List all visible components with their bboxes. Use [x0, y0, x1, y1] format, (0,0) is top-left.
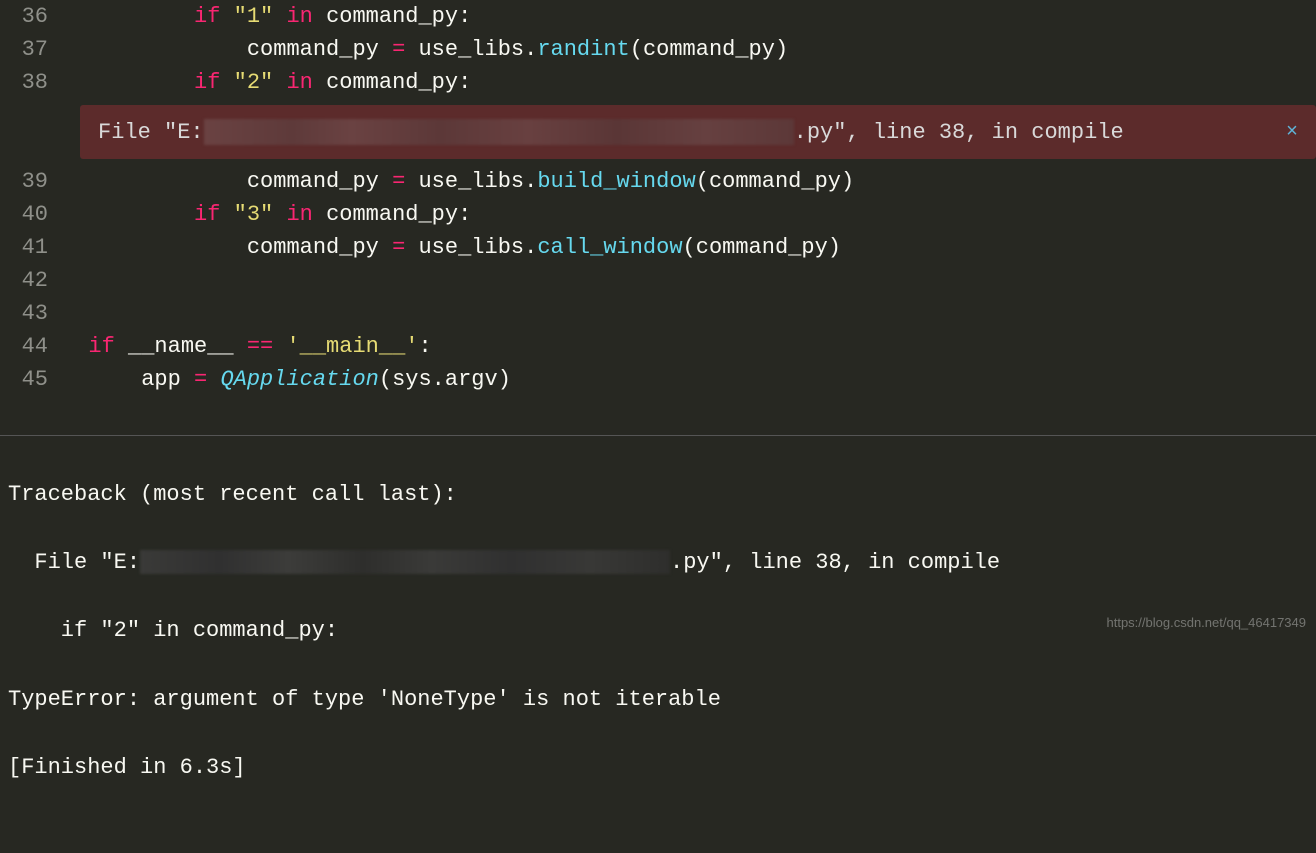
code-line[interactable]: 44 if __name__ == '__main__':: [0, 330, 1316, 363]
watermark: https://blog.csdn.net/qq_46417349: [1107, 613, 1307, 633]
code-line[interactable]: 42: [0, 264, 1316, 297]
line-number: 44: [0, 334, 62, 359]
line-number: 43: [0, 301, 62, 326]
console-line: [Finished in 6.3s]: [8, 751, 1308, 785]
line-number: 42: [0, 268, 62, 293]
code-content: app = QApplication(sys.argv): [62, 367, 511, 392]
line-number: 40: [0, 202, 62, 227]
code-line[interactable]: 36 if "1" in command_py:: [0, 0, 1316, 33]
line-number: 37: [0, 37, 62, 62]
line-number: 36: [0, 4, 62, 29]
code-line[interactable]: 45 app = QApplication(sys.argv): [0, 363, 1316, 396]
code-line[interactable]: 43: [0, 297, 1316, 330]
output-console[interactable]: Traceback (most recent call last): File …: [0, 435, 1316, 637]
code-line[interactable]: 39 command_py = use_libs.build_window(co…: [0, 165, 1316, 198]
inline-error-text: File "E:.py", line 38, in compile: [98, 119, 1124, 145]
line-number: 41: [0, 235, 62, 260]
code-content: if "3" in command_py:: [62, 202, 471, 227]
code-editor[interactable]: 36 if "1" in command_py: 37 command_py =…: [0, 0, 1316, 435]
code-content: if "1" in command_py:: [62, 4, 471, 29]
code-content: if "2" in command_py:: [62, 70, 471, 95]
line-number: 39: [0, 169, 62, 194]
code-content: command_py = use_libs.build_window(comma…: [62, 169, 854, 194]
inline-error-banner: File "E:.py", line 38, in compile ×: [80, 105, 1316, 159]
console-line: TypeError: argument of type 'NoneType' i…: [8, 683, 1308, 717]
redacted-path: [140, 550, 670, 574]
close-icon[interactable]: ×: [1286, 121, 1298, 144]
redacted-path: [204, 119, 794, 145]
console-line: File "E:.py", line 38, in compile: [8, 546, 1308, 580]
code-content: if __name__ == '__main__':: [62, 334, 432, 359]
line-number: 45: [0, 367, 62, 392]
code-content: command_py = use_libs.randint(command_py…: [62, 37, 788, 62]
code-line[interactable]: 37 command_py = use_libs.randint(command…: [0, 33, 1316, 66]
code-line[interactable]: 41 command_py = use_libs.call_window(com…: [0, 231, 1316, 264]
code-line[interactable]: 40 if "3" in command_py:: [0, 198, 1316, 231]
line-number: 38: [0, 70, 62, 95]
console-line: Traceback (most recent call last):: [8, 478, 1308, 512]
code-line[interactable]: 38 if "2" in command_py:: [0, 66, 1316, 99]
code-content: command_py = use_libs.call_window(comman…: [62, 235, 841, 260]
